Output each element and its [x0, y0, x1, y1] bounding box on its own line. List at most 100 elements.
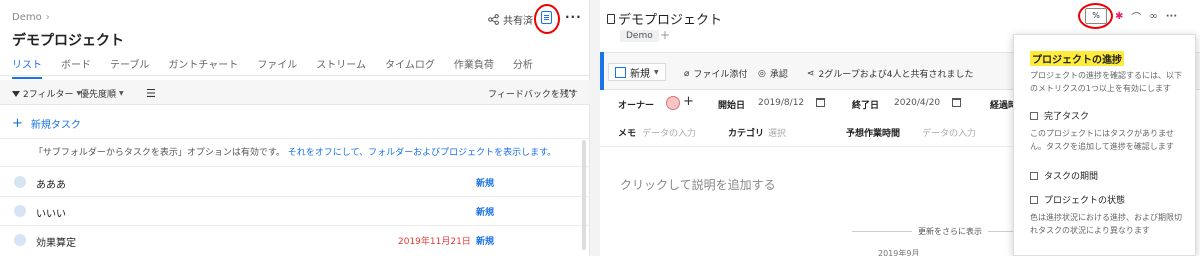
option-description: このプロジェクトにはタスクがありません。タスクを追加して進捗を確認します: [1030, 129, 1174, 151]
checkbox[interactable]: [1030, 111, 1038, 120]
estimate-input[interactable]: データの入力: [922, 126, 976, 139]
filter-bar: 2フィルター ▼ 優先度順 ▼ ☰ フィードバックを残す ···: [0, 80, 590, 105]
filter-dropdown[interactable]: 2フィルター ▼: [12, 87, 81, 100]
more-icon[interactable]: ···: [1166, 11, 1177, 22]
sort-dropdown[interactable]: 優先度順 ▼: [80, 87, 124, 100]
option-completed-tasks[interactable]: 完了タスク: [1030, 109, 1089, 122]
calendar-icon[interactable]: [952, 98, 961, 107]
folder-chip[interactable]: Demo: [620, 30, 659, 42]
share-icon: [488, 14, 499, 25]
tabs-divider: [0, 75, 590, 76]
caret-down-icon: ▼: [654, 68, 659, 76]
category-select[interactable]: 選択: [768, 126, 786, 139]
checklist-icon[interactable]: ☰: [146, 87, 156, 100]
owner-label: オーナー: [618, 101, 655, 111]
more-icon[interactable]: ···: [565, 87, 575, 97]
filter-icon: [12, 90, 20, 97]
clipboard-icon[interactable]: [541, 11, 552, 24]
task-row[interactable]: いいい 新規: [0, 197, 590, 225]
scrollbar[interactable]: [582, 140, 586, 250]
assignee-avatar[interactable]: [14, 205, 26, 217]
approve-button[interactable]: ◎ 承認: [758, 67, 788, 81]
memo-input[interactable]: データの入力: [642, 126, 696, 139]
assignee-avatar[interactable]: [14, 234, 26, 246]
breadcrumb[interactable]: Demo ›: [12, 12, 50, 23]
start-date-label: 開始日: [718, 101, 746, 111]
popup-title: プロジェクトの進捗: [1030, 51, 1124, 66]
task-row[interactable]: あああ 新規: [0, 168, 590, 196]
checkbox[interactable]: [1030, 171, 1038, 180]
panel-divider: [590, 0, 600, 256]
rss-icon[interactable]: ⌒: [1131, 9, 1141, 24]
new-button[interactable]: 新規 ▼: [608, 63, 666, 81]
new-task-button[interactable]: + 新規タスク: [12, 116, 81, 131]
divider: [0, 138, 590, 139]
new-task-label: 新規タスク: [30, 120, 81, 131]
check-circle-icon: ◎: [758, 68, 766, 79]
slack-icon[interactable]: ✱: [1115, 11, 1123, 22]
task-name[interactable]: 効果算定: [36, 234, 76, 249]
stream-date: 2019年9月: [878, 249, 920, 256]
checkbox-icon: [615, 66, 626, 78]
project-list-panel: Demo › デモプロジェクト 共有済 ··· リスト ボード テーブル ガント…: [0, 0, 590, 256]
more-icon[interactable]: ···: [565, 10, 582, 24]
end-date-value[interactable]: 2020/4/20: [894, 98, 940, 108]
estimate-label: 予想作業時間: [846, 129, 901, 139]
approve-label: 承認: [769, 70, 788, 80]
page-title: デモプロジェクト: [12, 33, 124, 49]
new-button-label: 新規: [630, 68, 650, 80]
task-name[interactable]: あああ: [36, 176, 66, 191]
option-label: タスクの期間: [1044, 172, 1099, 182]
divider: [600, 146, 1012, 147]
owner-avatar[interactable]: [666, 96, 680, 110]
assignee-avatar[interactable]: [14, 176, 26, 188]
shared-label: 2グループおよび4人と共有されました: [818, 70, 974, 80]
task-row[interactable]: 効果算定 2019年11月21日 新規: [0, 226, 590, 254]
attach-file-button[interactable]: ⌀ ファイル添付: [684, 67, 748, 81]
notice-text: 「サブフォルダーからタスクを表示」オプションは有効です。: [33, 148, 285, 158]
link-icon[interactable]: ∞: [1149, 11, 1157, 22]
add-folder-icon[interactable]: +: [660, 28, 670, 42]
project-title-text[interactable]: デモプロジェクト: [618, 9, 722, 28]
popup-description: プロジェクトの進捗を確認するには、以下のメトリクスの1つ以上を有効にします: [1030, 71, 1182, 93]
end-date-label: 終了日: [852, 101, 880, 111]
chevron-right-icon: ›: [45, 12, 50, 23]
project-progress-popup: プロジェクトの進捗 プロジェクトの進捗を確認するには、以下のメトリクスの1つ以上…: [1013, 34, 1196, 256]
field-row-custom: メモ データの入力 カテゴリ 選択 予想作業時間 データの入力: [600, 124, 1020, 148]
status-badge[interactable]: 新規: [476, 205, 494, 218]
shared-info[interactable]: ⋖ 2グループおよび4人と共有されました: [807, 67, 974, 81]
sort-label: 優先度順: [80, 90, 117, 100]
notice-link[interactable]: それをオフにして、フォルダーおよびプロジェクトを表示します。: [288, 148, 556, 158]
add-owner-icon[interactable]: +: [683, 94, 694, 109]
memo-label: メモ: [618, 129, 637, 139]
calendar-icon[interactable]: [816, 98, 825, 107]
field-row-dates: オーナー 開始日 2019/8/12 終了日 2020/4/20 経過時: [600, 96, 1020, 120]
option-task-duration[interactable]: タスクの期間: [1030, 169, 1098, 182]
paperclip-icon: ⌀: [684, 68, 690, 79]
description-field[interactable]: クリックして説明を追加する: [620, 176, 776, 193]
document-icon: [607, 13, 615, 24]
status-badge[interactable]: 新規: [476, 234, 494, 247]
option-label: 完了タスク: [1044, 112, 1090, 122]
task-name[interactable]: いいい: [36, 205, 66, 220]
project-title[interactable]: デモプロジェクト: [607, 9, 722, 28]
option-project-status[interactable]: プロジェクトの状態: [1030, 193, 1125, 206]
share-button[interactable]: 共有済: [488, 12, 533, 27]
status-badge[interactable]: 新規: [476, 176, 494, 189]
option-description: 色は進捗状況における進捗、および期限切れタスクの状況により異なります: [1030, 213, 1182, 235]
due-date[interactable]: 2019年11月21日: [398, 234, 471, 247]
active-accent: [600, 52, 604, 90]
caret-down-icon: ▼: [119, 90, 124, 97]
share-icon: ⋖: [807, 68, 815, 79]
start-date-value[interactable]: 2019/8/12: [758, 98, 804, 108]
attach-label: ファイル添付: [693, 70, 748, 80]
breadcrumb-folder[interactable]: Demo: [12, 12, 42, 23]
category-label: カテゴリ: [728, 129, 765, 139]
divider: [0, 166, 590, 167]
plus-icon: +: [12, 116, 23, 131]
header-toolbar: % ✱ ⌒ ∞ ···: [1085, 8, 1177, 24]
share-label: 共有済: [503, 16, 533, 27]
checkbox[interactable]: [1030, 195, 1038, 204]
progress-button[interactable]: %: [1085, 8, 1107, 24]
option-label: プロジェクトの状態: [1044, 196, 1126, 206]
